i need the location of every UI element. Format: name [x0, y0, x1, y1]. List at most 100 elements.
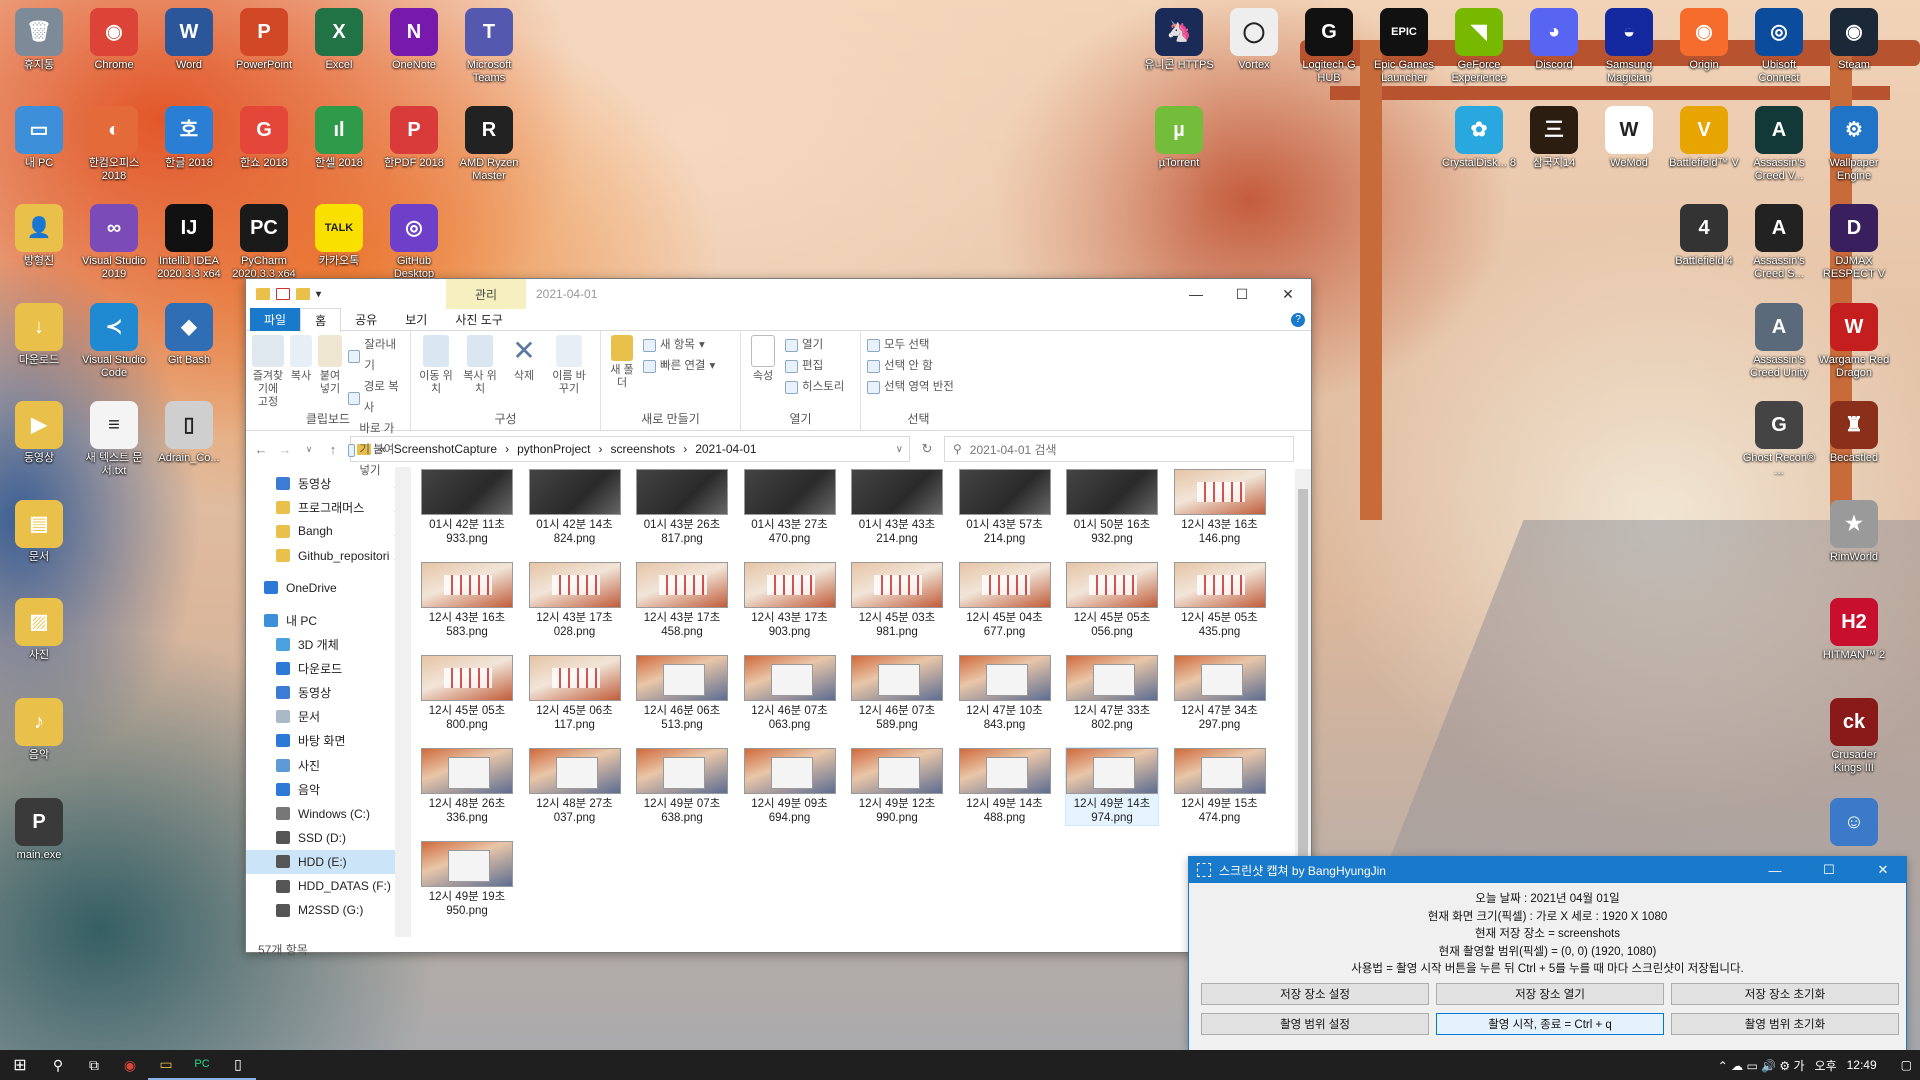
desktop-icon[interactable]: D DJMAX RESPECT V [1817, 204, 1891, 281]
desktop-icon[interactable]: 三 삼국지14 [1517, 106, 1591, 170]
desktop-icon[interactable]: ≡ 새 텍스트 문서.txt [77, 401, 151, 478]
file-item[interactable]: 01시 42분 14초 824.png [528, 469, 621, 546]
help-icon[interactable]: ? [1291, 312, 1305, 327]
file-item[interactable]: 12시 45분 06초 117.png [528, 655, 621, 732]
forward-arrow-icon[interactable]: → [278, 442, 292, 457]
desktop-icon[interactable]: TALK 카카오톡 [302, 204, 376, 268]
desktop-icon[interactable]: ◕ Discord [1517, 8, 1591, 72]
nav-item[interactable]: 동영상📌 [246, 471, 411, 495]
desktop-icon[interactable]: µ µTorrent [1142, 106, 1216, 170]
file-item[interactable]: 12시 49분 15초 474.png [1173, 748, 1266, 825]
address-bar[interactable]: « ScreenshotCapture › pythonProject › scre… [350, 436, 910, 462]
desktop-icon[interactable]: ◎ Ubisoft Connect [1742, 8, 1816, 85]
reset-save-location-button[interactable]: 저장 장소 초기화 [1671, 982, 1899, 1005]
file-item[interactable]: 12시 46분 07초 063.png [743, 655, 836, 732]
desktop-icon[interactable]: ▯ Adrain_Co... [152, 401, 226, 465]
nav-item[interactable]: SSD (D:) [246, 826, 411, 850]
address-dropdown-icon[interactable]: ∨ [896, 444, 903, 455]
file-item[interactable]: 12시 49분 19초 950.png [421, 841, 513, 918]
file-item[interactable]: 12시 43분 17초 028.png [528, 562, 621, 639]
desktop-icon[interactable]: ☺ [1817, 798, 1891, 849]
tab-share[interactable]: 공유 [341, 308, 391, 331]
desktop-icon[interactable]: Pmain.exe [2, 798, 76, 862]
desktop-icon[interactable]: G Ghost Recon® ... [1742, 401, 1816, 478]
nav-item[interactable]: 내 PC [246, 608, 411, 632]
delete-button[interactable]: ✕ 삭제 [505, 335, 543, 383]
file-item[interactable]: 12시 45분 05초 056.png [1066, 562, 1158, 639]
desktop-icon[interactable]: ▨ 사진 [2, 598, 76, 662]
select-all-button[interactable]: 모두 선택 [867, 335, 954, 356]
desktop-icon[interactable]: ↓ 다운로드 [2, 303, 76, 367]
close-button[interactable]: ✕ [1265, 286, 1311, 303]
file-item[interactable]: 01시 43분 43초 214.png [851, 469, 943, 546]
breadcrumb-date[interactable]: 2021-04-01 [695, 442, 756, 456]
file-item[interactable]: 12시 47분 10초 843.png [958, 655, 1051, 732]
breadcrumb-screenshots[interactable]: screenshots [610, 442, 675, 456]
paste-button[interactable]: 붙여넣기 [318, 335, 342, 396]
file-item[interactable]: 01시 43분 26초 817.png [636, 469, 728, 546]
desktop-icon[interactable]: 4 Battlefield 4 [1667, 204, 1741, 268]
nav-item[interactable]: 3D 개체 [246, 632, 411, 656]
desktop-icon[interactable]: 🗑 휴지통 [2, 8, 76, 72]
explorer-taskbar-icon[interactable]: ▭ [148, 1050, 184, 1080]
breadcrumb-pythonproject[interactable]: pythonProject [517, 442, 590, 456]
file-item[interactable]: 12시 45분 03초 981.png [851, 562, 943, 639]
desktop-icon[interactable]: X Excel [302, 8, 376, 72]
file-item[interactable]: 12시 45분 05초 800.png [421, 655, 513, 732]
nav-item[interactable]: 바탕 화면 [246, 729, 411, 753]
file-item[interactable]: 12시 47분 34초 297.png [1173, 655, 1266, 732]
easy-access-button[interactable]: 빠른 연결 ▾ [643, 356, 715, 377]
open-button[interactable]: 열기 [785, 335, 844, 356]
start-button[interactable]: ⊞ [0, 1050, 40, 1080]
chrome-taskbar-icon[interactable]: ◉ [112, 1050, 148, 1080]
nav-scrollbar[interactable] [395, 467, 411, 937]
desktop-icon[interactable]: ◉ Steam [1817, 8, 1891, 72]
nav-item[interactable]: M2SSD (G:) [246, 898, 411, 922]
clock-time[interactable]: 12:49 [1847, 1058, 1877, 1072]
capture-app-taskbar-icon[interactable]: ▯ [220, 1050, 256, 1080]
desktop-icon[interactable]: ◐ 한컴오피스 2018 [77, 106, 151, 183]
nav-item[interactable]: 음악 [246, 777, 411, 801]
select-none-button[interactable]: 선택 안 함 [867, 356, 954, 377]
quick-access-toolbar[interactable]: ▾ [246, 288, 446, 300]
file-item[interactable]: 12시 49분 14초 488.png [958, 748, 1051, 825]
desktop-icon[interactable]: ▭ 내 PC [2, 106, 76, 170]
desktop-icon[interactable]: A Assassin's Creed Unity [1742, 303, 1816, 380]
open-save-location-button[interactable]: 저장 장소 열기 [1436, 982, 1664, 1005]
desktop-icon[interactable]: N OneNote [377, 8, 451, 72]
desktop-icon[interactable]: W WeMod [1592, 106, 1666, 170]
nav-item[interactable]: 동영상 [246, 681, 411, 705]
app-minimize-button[interactable]: — [1752, 863, 1798, 878]
nav-item[interactable]: Bangh📌 [246, 519, 411, 543]
desktop-icon[interactable]: G Logitech G HUB [1292, 8, 1366, 85]
minimize-button[interactable]: — [1173, 286, 1219, 302]
file-item[interactable]: 12시 49분 12초 990.png [851, 748, 943, 825]
properties-button[interactable]: 속성 [747, 335, 779, 383]
file-item[interactable]: 12시 49분 14초 974.png [1065, 747, 1159, 826]
nav-item[interactable]: Windows (C:) [246, 801, 411, 825]
nav-item[interactable]: Github_repositori📌 [246, 544, 411, 568]
desktop-icon[interactable]: ★ RimWorld [1817, 500, 1891, 564]
desktop-icon[interactable]: P 한PDF 2018 [377, 106, 451, 170]
file-item[interactable]: 01시 42분 11초 933.png [421, 469, 513, 546]
desktop-icon[interactable]: ◥ GeForce Experience [1442, 8, 1516, 85]
tab-file[interactable]: 파일 [250, 308, 301, 331]
nav-item[interactable]: 문서 [246, 705, 411, 729]
desktop-icon[interactable]: G 한쇼 2018 [227, 106, 301, 170]
clock-ampm[interactable]: 오후 [1815, 1057, 1837, 1074]
file-item[interactable]: 12시 49분 09초 694.png [743, 748, 836, 825]
nav-item[interactable]: OneDrive [246, 576, 411, 600]
search-icon[interactable]: ⚲ [40, 1050, 76, 1080]
desktop-icon[interactable]: ck Crusader Kings III [1817, 698, 1891, 775]
desktop-icon[interactable]: H2 HITMAN™ 2 [1817, 598, 1891, 662]
desktop-icon[interactable]: ◉ Chrome [77, 8, 151, 72]
desktop-icon[interactable]: PC PyCharm 2020.3.3 x64 [227, 204, 301, 281]
search-box[interactable]: ⚲ 2021-04-01 검색 [944, 436, 1294, 462]
desktop-icon[interactable]: 🦄 유니콘 HTTPS [1142, 8, 1216, 72]
desktop-icon[interactable]: ≺ Visual Studio Code [77, 303, 151, 380]
copy-button[interactable]: 복사 [290, 335, 312, 383]
nav-item[interactable]: 프로그래머스📌 [246, 495, 411, 519]
file-item[interactable]: 12시 46분 07초 589.png [851, 655, 943, 732]
desktop-icon[interactable]: ⚙ Wallpaper Engine [1817, 106, 1891, 183]
properties-icon[interactable] [276, 288, 290, 300]
